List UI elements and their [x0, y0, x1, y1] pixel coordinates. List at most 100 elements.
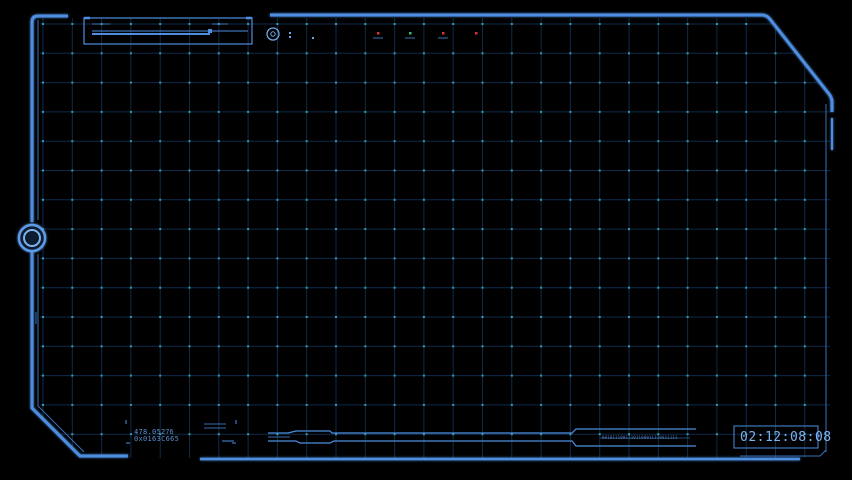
grid-dot: [510, 52, 513, 55]
grid-dot: [774, 110, 777, 113]
timecode-display: 02:12:08:08: [740, 430, 832, 445]
grid-dot: [71, 169, 74, 172]
grid-dot: [774, 52, 777, 55]
grid-dot: [481, 140, 484, 143]
grid-dot: [100, 316, 103, 318]
grid-dot: [364, 374, 367, 377]
grid-dot: [569, 257, 572, 260]
grid-dot: [188, 81, 191, 84]
grid-dot: [305, 286, 308, 289]
grid-dot: [540, 140, 543, 143]
grid-dot: [71, 286, 74, 289]
grid-dot: [422, 52, 425, 55]
grid-dot: [422, 374, 425, 377]
side-knob-icon[interactable]: [17, 223, 47, 253]
grid-dot: [481, 228, 484, 231]
grid-dot: [481, 345, 484, 348]
grid-dot: [393, 23, 396, 25]
grid-dot: [305, 23, 308, 25]
grid-dot: [217, 169, 220, 172]
grid-dot: [276, 23, 279, 25]
grid-dot: [745, 110, 748, 113]
grid-dot: [217, 433, 220, 436]
grid-dot: [305, 257, 308, 260]
grid-dot: [305, 169, 308, 172]
grid-dot: [803, 316, 806, 318]
grid-dot: [598, 110, 601, 113]
grid-dot: [745, 316, 748, 318]
grid-dot: [452, 228, 455, 231]
grid-dot: [335, 286, 337, 289]
grid-dot: [803, 403, 806, 406]
grid-dot: [569, 52, 572, 55]
grid-dot: [628, 140, 630, 143]
grid-dot: [364, 286, 367, 289]
grid-dot: [188, 433, 191, 436]
grid-dot: [188, 110, 191, 113]
grid-dot: [42, 374, 44, 377]
grid-dot: [422, 228, 425, 231]
grid-dot: [657, 23, 660, 25]
status-indicator-4: [475, 32, 478, 35]
grid-dot: [510, 23, 513, 25]
grid-dot: [42, 52, 44, 55]
grid-dot: [715, 169, 718, 172]
top-markers: [289, 32, 314, 39]
grid-dot: [159, 316, 162, 318]
grid-dot: [393, 110, 396, 113]
grid-dot: [129, 286, 132, 289]
grid-dot: [452, 110, 455, 113]
grid-dot: [510, 198, 513, 201]
grid-dot: [276, 169, 279, 172]
grid-dot: [42, 316, 44, 318]
grid-dot: [42, 286, 44, 289]
grid-dot: [715, 23, 718, 25]
grid-dot: [71, 374, 74, 377]
grid-dot: [598, 228, 601, 231]
status-indicator-3: [442, 32, 445, 35]
grid-dot: [159, 198, 162, 201]
grid-dot: [598, 257, 601, 260]
grid-dot: [188, 374, 191, 377]
grid-dot: [774, 257, 777, 260]
grid-dot: [510, 286, 513, 289]
grid-dot: [715, 140, 718, 143]
grid-dot: [745, 286, 748, 289]
grid-dot: [305, 110, 308, 113]
grid-dot: [803, 374, 806, 377]
grid-dot: [100, 257, 103, 260]
grid-dot: [657, 374, 660, 377]
grid-dot: [481, 403, 484, 406]
grid-dot: [247, 23, 250, 25]
grid-dot: [715, 374, 718, 377]
grid-dot: [335, 52, 337, 55]
grid-dot: [715, 403, 718, 406]
grid-dot: [540, 403, 543, 406]
grid-dot: [540, 81, 543, 84]
grid-dot: [100, 140, 103, 143]
grid-dot: [364, 257, 367, 260]
grid-dot: [71, 23, 74, 25]
grid-dot: [305, 81, 308, 84]
grid-dot: [686, 316, 689, 318]
grid-dot: [628, 374, 630, 377]
grid-dot: [100, 433, 103, 436]
grid-dot: [393, 169, 396, 172]
grid-dot: [540, 316, 543, 318]
grid-dot: [305, 403, 308, 406]
grid-dot: [569, 169, 572, 172]
grid-dot: [247, 169, 250, 172]
grid-dot: [657, 52, 660, 55]
grid-dot: [452, 403, 455, 406]
grid-dot: [129, 345, 132, 348]
grid-dot: [628, 228, 630, 231]
grid-dot: [510, 169, 513, 172]
grid-dot: [129, 374, 132, 377]
grid-dot: [628, 316, 630, 318]
grid-dot: [686, 140, 689, 143]
grid-dot: [715, 316, 718, 318]
grid-dot: [422, 316, 425, 318]
grid-dot: [364, 228, 367, 231]
grid-dot: [452, 169, 455, 172]
grid-dot: [540, 169, 543, 172]
